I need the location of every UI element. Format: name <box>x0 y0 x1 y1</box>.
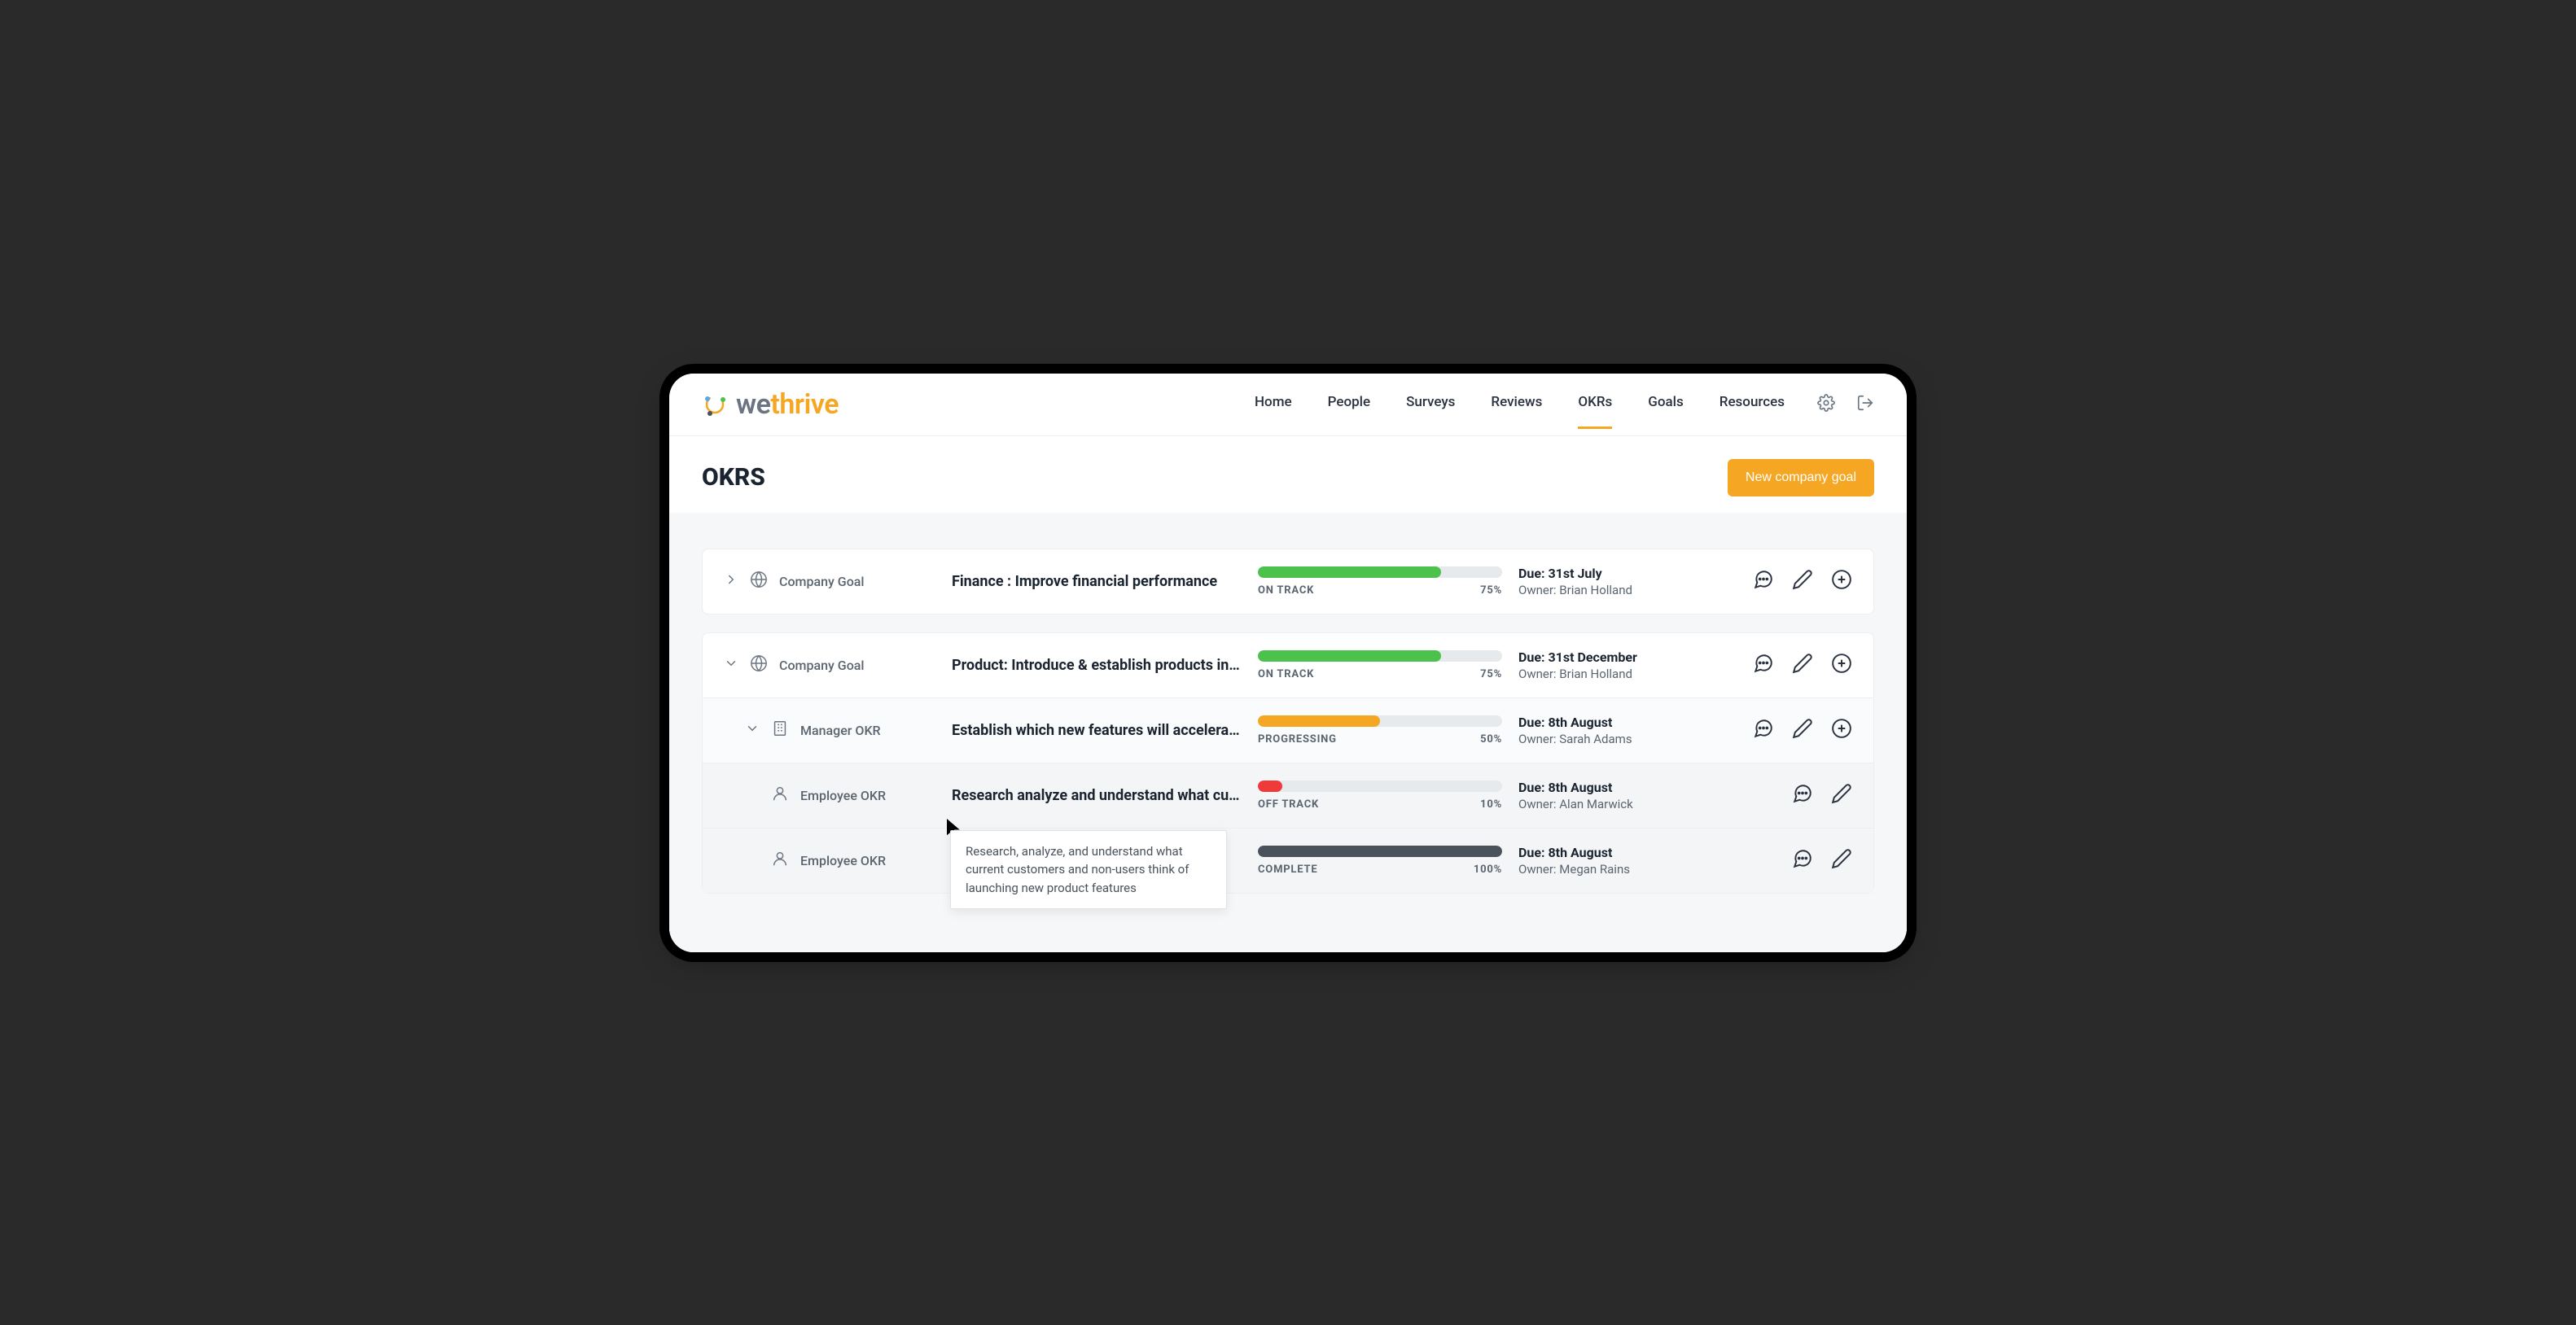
globe-icon <box>750 654 768 676</box>
percent-label: 50% <box>1480 733 1502 746</box>
due-date: Due: 8th August <box>1518 715 1698 730</box>
percent-label: 75% <box>1480 668 1502 680</box>
nav-okrs[interactable]: OKRs <box>1578 394 1612 429</box>
type-label: Company Goal <box>779 658 864 673</box>
comment-icon[interactable] <box>1792 783 1813 807</box>
progress: ON TRACK 75% <box>1258 566 1502 597</box>
nav-home[interactable]: Home <box>1255 394 1292 429</box>
owner: Owner: Alan Marwick <box>1518 797 1698 811</box>
goal-title[interactable]: Product: Introduce & establish products … <box>952 657 1242 674</box>
settings-icon[interactable] <box>1817 394 1835 415</box>
owner: Owner: Brian Holland <box>1518 583 1698 597</box>
goal-row[interactable]: Company Goal Finance : Improve financial… <box>703 549 1873 614</box>
add-icon[interactable] <box>1831 718 1852 742</box>
chevron-down-icon[interactable] <box>724 656 738 674</box>
due-date: Due: 8th August <box>1518 845 1698 860</box>
goal-block: Company Goal Finance : Improve financial… <box>702 549 1874 614</box>
nav-resources[interactable]: Resources <box>1720 394 1785 429</box>
progress: PROGRESSING 50% <box>1258 715 1502 746</box>
goal-row[interactable]: Employee OKR Colla COMPLETE 100% Due: 8t… <box>703 828 1873 893</box>
tooltip: Research, analyze, and understand what c… <box>950 830 1227 910</box>
type-label: Employee OKR <box>800 853 886 868</box>
type-label: Manager OKR <box>800 723 881 738</box>
due-date: Due: 31st December <box>1518 649 1698 665</box>
status-label: ON TRACK <box>1258 668 1314 680</box>
logo-text: wethrive <box>736 388 839 421</box>
progress: ON TRACK 75% <box>1258 650 1502 680</box>
page-title: OKRS <box>702 463 765 492</box>
goal-title[interactable]: Finance : Improve financial performance <box>952 573 1242 590</box>
edit-icon[interactable] <box>1792 718 1813 742</box>
logo[interactable]: wethrive <box>702 388 839 435</box>
new-company-goal-button[interactable]: New company goal <box>1728 459 1874 496</box>
percent-label: 75% <box>1480 584 1502 597</box>
edit-icon[interactable] <box>1792 569 1813 593</box>
logo-mark-icon <box>702 391 728 418</box>
goal-row[interactable]: Manager OKR Establish which new features… <box>703 697 1873 763</box>
nav-goals[interactable]: Goals <box>1648 394 1683 429</box>
person-icon <box>771 785 789 806</box>
edit-icon[interactable] <box>1831 783 1852 807</box>
percent-label: 100% <box>1474 864 1502 876</box>
edit-icon[interactable] <box>1831 848 1852 872</box>
comment-icon[interactable] <box>1753 718 1774 742</box>
add-icon[interactable] <box>1831 653 1852 677</box>
building-icon <box>771 719 789 741</box>
due-date: Due: 8th August <box>1518 780 1698 795</box>
owner: Owner: Megan Rains <box>1518 862 1698 877</box>
owner: Owner: Sarah Adams <box>1518 732 1698 746</box>
goal-row[interactable]: Employee OKR Research analyze and unders… <box>703 763 1873 828</box>
type-label: Company Goal <box>779 574 864 589</box>
chevron-right-icon[interactable] <box>724 572 738 590</box>
person-icon <box>771 850 789 871</box>
logout-icon[interactable] <box>1856 394 1874 415</box>
status-label: OFF TRACK <box>1258 798 1319 811</box>
comment-icon[interactable] <box>1753 569 1774 593</box>
progress: OFF TRACK 10% <box>1258 781 1502 811</box>
progress: COMPLETE 100% <box>1258 846 1502 876</box>
nav-people[interactable]: People <box>1328 394 1371 429</box>
status-label: ON TRACK <box>1258 584 1314 597</box>
goal-title[interactable]: Research analyze and understand what cur… <box>952 787 1242 804</box>
globe-icon <box>750 571 768 592</box>
main-nav: Home People Surveys Reviews OKRs Goals R… <box>1255 394 1785 429</box>
status-label: COMPLETE <box>1258 864 1317 876</box>
nav-reviews[interactable]: Reviews <box>1491 394 1542 429</box>
comment-icon[interactable] <box>1753 653 1774 677</box>
comment-icon[interactable] <box>1792 848 1813 872</box>
chevron-down-icon[interactable] <box>745 721 760 739</box>
add-icon[interactable] <box>1831 569 1852 593</box>
type-label: Employee OKR <box>800 788 886 803</box>
due-date: Due: 31st July <box>1518 566 1698 581</box>
percent-label: 10% <box>1480 798 1502 811</box>
goal-row[interactable]: Company Goal Product: Introduce & establ… <box>703 633 1873 697</box>
edit-icon[interactable] <box>1792 653 1813 677</box>
goal-block: Company Goal Product: Introduce & establ… <box>702 632 1874 894</box>
goal-title[interactable]: Establish which new features will accele… <box>952 722 1242 739</box>
status-label: PROGRESSING <box>1258 733 1337 746</box>
nav-surveys[interactable]: Surveys <box>1406 394 1455 429</box>
owner: Owner: Brian Holland <box>1518 667 1698 681</box>
